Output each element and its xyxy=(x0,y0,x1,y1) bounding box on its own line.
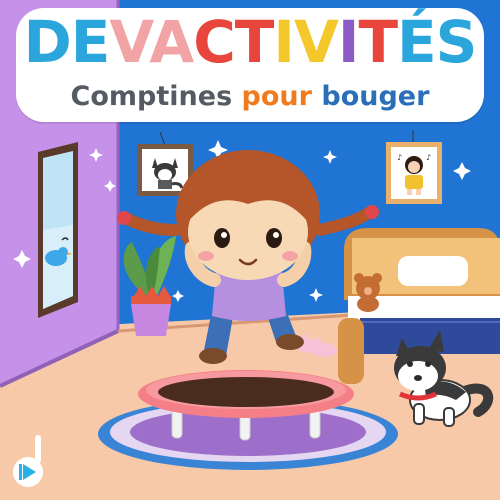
title-letter: T xyxy=(358,8,398,76)
subtitle-word-bouger: bouger xyxy=(321,81,430,112)
title-letter: D xyxy=(23,8,72,76)
subtitle-word-comptines: Comptines xyxy=(70,81,233,112)
title-letter: C xyxy=(193,8,236,76)
title-wordmark: DEVACTIVITÉS xyxy=(0,10,500,74)
play-logo-icon xyxy=(13,435,43,487)
title-letter: V xyxy=(109,8,150,76)
title-letter: A xyxy=(149,8,194,76)
title-letter: S xyxy=(435,8,478,76)
title-letter: I xyxy=(337,8,360,76)
album-cover: ♪ ♪ DEVACTIVITÉS Comptines pour bouger xyxy=(0,0,500,500)
subtitle-word-pour: pour xyxy=(241,81,312,112)
title-letter: V xyxy=(293,8,339,76)
title-letter: E xyxy=(70,8,111,76)
subtitle: Comptines pour bouger xyxy=(0,80,500,114)
svg-text:♪: ♪ xyxy=(426,153,431,162)
title-letter: T xyxy=(234,8,275,76)
title-letter: I xyxy=(273,8,295,76)
window xyxy=(38,142,78,318)
title-letter: É xyxy=(397,8,437,76)
svg-text:♪: ♪ xyxy=(397,153,402,162)
